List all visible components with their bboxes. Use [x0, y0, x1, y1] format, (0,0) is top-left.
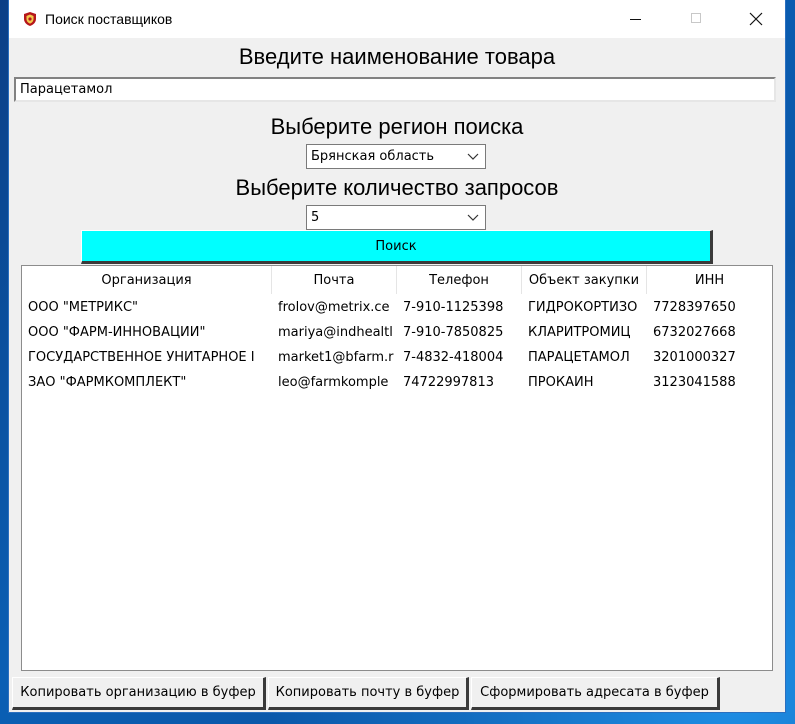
- cell-email: leo@farmkomple: [278, 375, 389, 390]
- cell-phone: 74722997813: [403, 375, 494, 390]
- count-select[interactable]: 5: [306, 205, 486, 230]
- minimize-button[interactable]: [607, 0, 665, 38]
- cell-purchase-object: КЛАРИТРОМИЦ: [528, 325, 631, 340]
- chevron-down-icon: [467, 153, 479, 160]
- copy-organization-button[interactable]: Копировать организацию в буфер: [12, 677, 266, 710]
- window-title: Поиск поставщиков: [45, 11, 173, 27]
- cell-email: frolov@metrix.ce: [278, 300, 390, 315]
- cell-purchase-object: ПРОКАИН: [528, 375, 594, 390]
- column-header-purchase-object[interactable]: Объект закупки: [522, 266, 647, 294]
- count-heading: Выберите количество запросов: [235, 175, 559, 200]
- cell-inn: 3123041588: [653, 375, 736, 390]
- column-header-organization[interactable]: Организация: [22, 266, 272, 294]
- cell-email: market1@bfarm.r: [278, 350, 394, 365]
- copy-email-button[interactable]: Копировать почту в буфер: [268, 677, 469, 710]
- cell-email: mariya@indhealtl: [278, 325, 393, 340]
- cell-purchase-object: ПАРАЦЕТАМОЛ: [528, 350, 630, 365]
- product-input[interactable]: Парацетамол: [14, 77, 776, 102]
- close-button[interactable]: [727, 0, 785, 38]
- maximize-button[interactable]: [667, 0, 725, 38]
- cell-organization: ООО "ФАРМ-ИННОВАЦИИ": [28, 325, 206, 340]
- cell-phone: 7-910-7850825: [403, 325, 504, 340]
- column-header-inn[interactable]: ИНН: [647, 266, 772, 294]
- cell-organization: ЗАО "ФАРМКОМПЛЕКТ": [28, 375, 187, 390]
- table-row[interactable]: ЗАО "ФАРМКОМПЛЕКТ" leo@farmkomple 747229…: [22, 371, 772, 396]
- count-select-value: 5: [311, 210, 320, 225]
- cell-organization: ГОСУДАРСТВЕННОЕ УНИТАРНОЕ I: [28, 350, 255, 365]
- column-header-phone[interactable]: Телефон: [397, 266, 522, 294]
- table-row[interactable]: ООО "МЕТРИКС" frolov@metrix.ce 7-910-112…: [22, 296, 772, 321]
- cell-inn: 6732027668: [653, 325, 736, 340]
- table-header: Организация Почта Телефон Объект закупки…: [22, 266, 772, 294]
- app-window: Поиск поставщиков Введите наименование т…: [9, 0, 785, 712]
- cell-phone: 7-4832-418004: [403, 350, 504, 365]
- make-addressee-button[interactable]: Сформировать адресата в буфер: [471, 677, 720, 710]
- table-row[interactable]: ООО "ФАРМ-ИННОВАЦИИ" mariya@indhealtl 7-…: [22, 321, 772, 346]
- app-icon: [24, 12, 36, 26]
- column-header-email[interactable]: Почта: [272, 266, 397, 294]
- region-select-value: Брянская область: [311, 149, 435, 164]
- cell-phone: 7-910-1125398: [403, 300, 504, 315]
- product-heading: Введите наименование товара: [238, 44, 556, 69]
- close-icon: [749, 12, 763, 26]
- cell-organization: ООО "МЕТРИКС": [28, 300, 139, 315]
- cell-purchase-object: ГИДРОКОРТИЗО: [528, 300, 638, 315]
- results-table[interactable]: Организация Почта Телефон Объект закупки…: [21, 265, 773, 671]
- cell-inn: 3201000327: [653, 350, 736, 365]
- region-select[interactable]: Брянская область: [306, 144, 486, 169]
- region-heading: Выберите регион поиска: [270, 114, 524, 139]
- search-button[interactable]: Поиск: [81, 230, 713, 264]
- table-row[interactable]: ГОСУДАРСТВЕННОЕ УНИТАРНОЕ I market1@bfar…: [22, 346, 772, 371]
- title-bar[interactable]: Поиск поставщиков: [9, 0, 785, 38]
- cell-inn: 7728397650: [653, 300, 736, 315]
- chevron-down-icon: [467, 214, 479, 221]
